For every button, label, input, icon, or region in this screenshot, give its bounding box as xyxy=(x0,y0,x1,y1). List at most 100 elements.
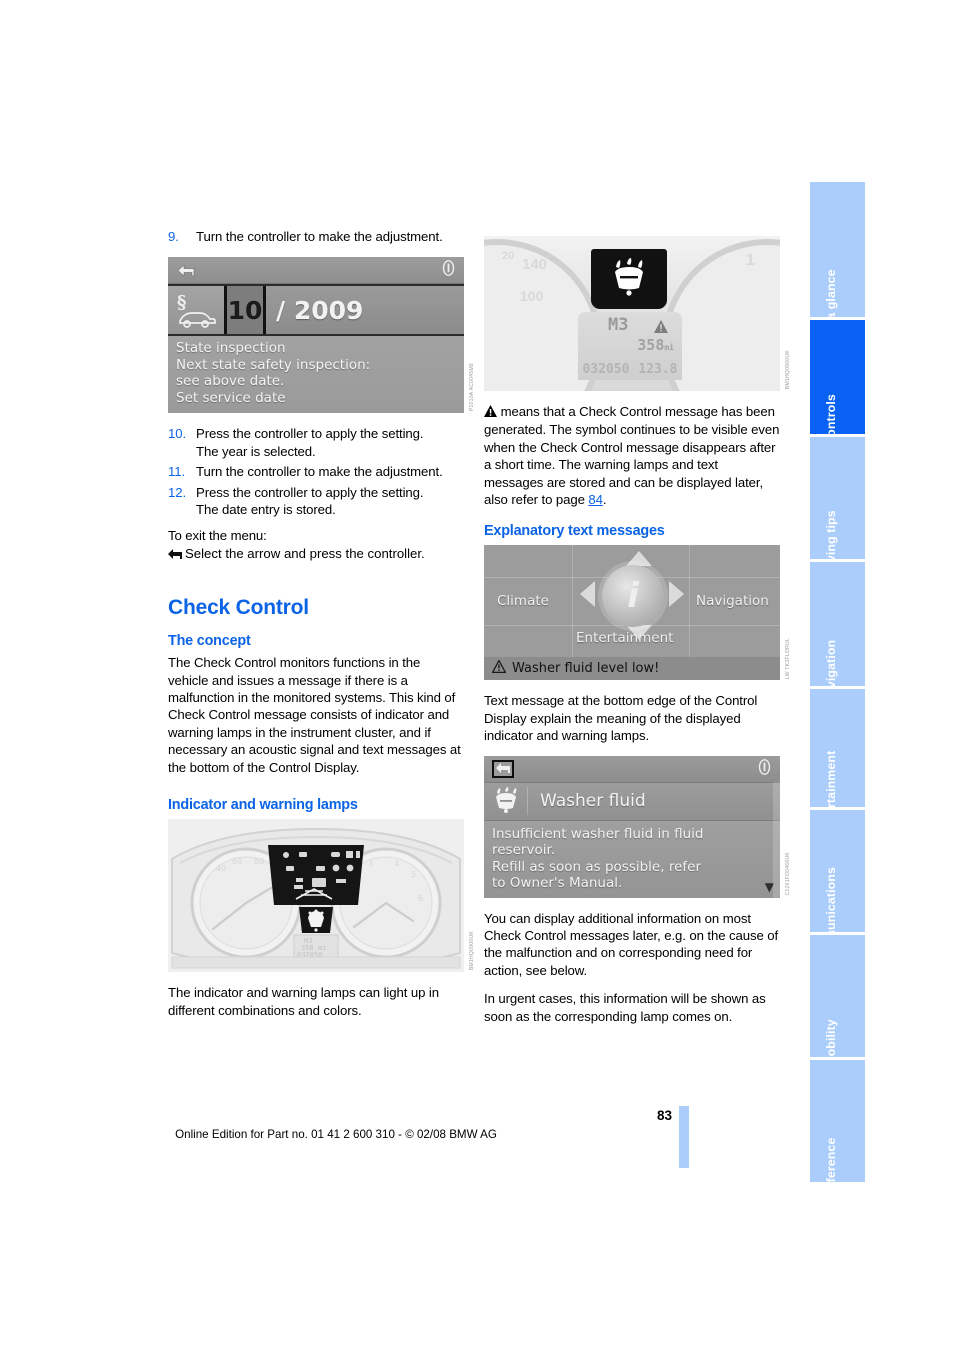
footer-note: Online Edition for Part no. 01 41 2 600 … xyxy=(175,1128,497,1141)
lamps-paragraph: The indicator and warning lamps can ligh… xyxy=(168,985,439,1018)
instrument-cluster-image: 406080 100120 23 45 16 xyxy=(168,819,464,973)
figure-idrive-menu: i Climate Navigation Entertainment Washe… xyxy=(484,545,791,681)
washer-line-2: reservoir. xyxy=(492,842,556,859)
washer-fluid-warning-lamp xyxy=(591,249,667,309)
section-tab-rail: At a glance Controls Driving tips Naviga… xyxy=(810,182,865,1198)
menu-arrow-right-icon[interactable] xyxy=(669,581,684,608)
svg-text:5: 5 xyxy=(411,870,416,879)
step-9: 9. Turn the controller to make the adjus… xyxy=(168,228,464,245)
washer-fluid-icon xyxy=(484,787,528,816)
washer-line-4: to Owner's Manual. xyxy=(492,875,623,892)
menu-arrow-left-icon[interactable] xyxy=(580,581,595,608)
warning-triangle-icon xyxy=(491,659,507,677)
service-month-value[interactable]: 10 xyxy=(224,286,266,335)
service-line-3: see above date. xyxy=(176,373,285,390)
odometer-value: 032050 xyxy=(582,362,630,377)
grid-divider xyxy=(689,545,690,658)
sidebar-tab-communications[interactable]: Communications xyxy=(810,810,865,969)
sidebar-tab-navigation[interactable]: Navigation xyxy=(810,562,865,704)
menu-item-navigation[interactable]: Navigation xyxy=(696,593,769,609)
sidebar-tab-entertainment[interactable]: Entertainment xyxy=(810,689,865,835)
page-number: 83 xyxy=(656,1108,672,1123)
menu-arrow-up-icon[interactable] xyxy=(626,551,652,567)
step-11: 11. Turn the controller to make the adju… xyxy=(168,463,464,480)
check-control-triangle-icon xyxy=(484,404,497,421)
svg-text:4: 4 xyxy=(394,859,399,868)
warning-symbol-paragraph: means that a Check Control message has b… xyxy=(484,403,780,508)
left-column: 9. Turn the controller to make the adjus… xyxy=(168,228,475,1030)
step-10: 10. Press the controller to apply the se… xyxy=(168,425,464,460)
svg-text:6: 6 xyxy=(418,894,423,903)
step-12-number: 12. xyxy=(168,484,187,500)
exit-menu-lead: To exit the menu: xyxy=(168,528,267,544)
cluster-lcd: M3 358mi 032050 123.8 xyxy=(578,312,682,380)
back-arrow-icon[interactable] xyxy=(176,262,196,279)
figure-code: LW TK3FLORUL xyxy=(785,637,791,679)
sidebar-tab-driving-tips[interactable]: Driving tips xyxy=(810,437,865,580)
step-12: 12. Press the controller to apply the se… xyxy=(168,484,464,519)
scrollbar[interactable] xyxy=(773,781,780,898)
page-link-84[interactable]: 84 xyxy=(588,492,603,507)
page-title: Check Control xyxy=(168,596,309,620)
figure-code: P1010A AC0045M8 xyxy=(469,363,475,412)
sidebar-tab-at-a-glance[interactable]: At a glance xyxy=(810,182,865,337)
warning-symbol-text-end: . xyxy=(602,492,607,508)
service-line-1: State inspection xyxy=(176,340,286,357)
service-line-2: Next state safety inspection: xyxy=(176,356,371,373)
figure-code: BM1HQ0900UK xyxy=(785,349,791,389)
right-column: 20 140 100 1 M3 358mi 032050 123.8 BM1HQ… xyxy=(484,228,791,1036)
control-display-service-date: § 10 / 2009 State inspection Next state … xyxy=(168,257,464,414)
back-arrow-icon[interactable] xyxy=(492,759,514,778)
section-heading-concept: The concept xyxy=(168,633,251,650)
svg-text:3: 3 xyxy=(368,859,373,868)
tab-label: Reference xyxy=(823,1137,838,1199)
step-11-text: Turn the controller to make the adjustme… xyxy=(196,464,443,480)
svg-text:60: 60 xyxy=(232,857,242,866)
washer-fluid-title: Washer fluid xyxy=(540,791,646,812)
gear-indicator: M3 xyxy=(608,315,629,335)
step-10-number: 10. xyxy=(168,426,187,442)
sidebar-tab-controls[interactable]: Controls xyxy=(810,320,865,446)
step-12-subtext: The date entry is stored. xyxy=(196,502,336,518)
manual-page: 9. Turn the controller to make the adjus… xyxy=(0,0,954,1350)
back-arrow-icon xyxy=(168,548,183,561)
tick-left-low: 100 xyxy=(520,288,544,304)
washer-line-3: Refill as soon as possible, refer xyxy=(492,858,701,875)
sidebar-tab-mobility[interactable]: Mobility xyxy=(810,935,865,1067)
exit-menu-action-text: Select the arrow and press the controlle… xyxy=(185,545,425,561)
figure-service-date: § 10 / 2009 State inspection Next state … xyxy=(168,257,475,414)
text-message-paragraph: Text message at the bottom edge of the C… xyxy=(484,693,758,744)
figure-washer-fluid-message: Washer fluid Insufficient washer fluid i… xyxy=(484,755,791,898)
washer-fluid-title-row: Washer fluid xyxy=(484,781,780,821)
footer-accent-bar xyxy=(679,1106,689,1168)
section-heading-explanatory: Explanatory text messages xyxy=(484,523,665,540)
control-display-topbar xyxy=(484,755,780,782)
service-year-value[interactable]: / 2009 xyxy=(266,286,464,334)
menu-item-entertainment[interactable]: Entertainment xyxy=(576,630,673,646)
menu-item-climate[interactable]: Climate xyxy=(497,593,549,609)
range-value: 358mi xyxy=(637,336,674,354)
check-control-triangle-icon xyxy=(654,318,668,337)
svg-text:40: 40 xyxy=(216,864,226,873)
additional-info-paragraph: You can display additional information o… xyxy=(484,910,779,978)
status-message-bar: Washer fluid level low! xyxy=(484,657,780,681)
tick-left-mid: 140 xyxy=(522,256,548,273)
service-date-row: § 10 / 2009 xyxy=(168,284,464,337)
concept-paragraph: The Check Control monitors functions in … xyxy=(168,655,461,775)
figure-code: BM1HQ0900UK xyxy=(469,930,475,971)
service-date-description: State inspection Next state safety inspe… xyxy=(168,336,464,414)
figure-cluster-zoom: 20 140 100 1 M3 358mi 032050 123.8 BM1HQ… xyxy=(484,236,791,391)
cluster-zoom-image: 20 140 100 1 M3 358mi 032050 123.8 xyxy=(484,236,780,391)
svg-text:80: 80 xyxy=(254,857,264,866)
warning-symbol-text: means that a Check Control message has b… xyxy=(484,404,780,508)
sidebar-tab-reference[interactable]: Reference xyxy=(810,1060,865,1198)
trip-value: 123.8 xyxy=(638,362,678,377)
tick-left-top: 20 xyxy=(502,250,515,262)
inspection-car-icon: § xyxy=(168,286,224,335)
svg-text:§: § xyxy=(177,292,186,313)
step-12-text: Press the controller to apply the settin… xyxy=(196,484,424,500)
service-line-4: Set service date xyxy=(176,389,286,406)
idrive-main-menu: i Climate Navigation Entertainment Washe… xyxy=(484,545,780,681)
washer-line-1: Insufficient washer fluid in fluid xyxy=(492,825,704,842)
info-hub-icon[interactable]: i xyxy=(602,565,664,628)
